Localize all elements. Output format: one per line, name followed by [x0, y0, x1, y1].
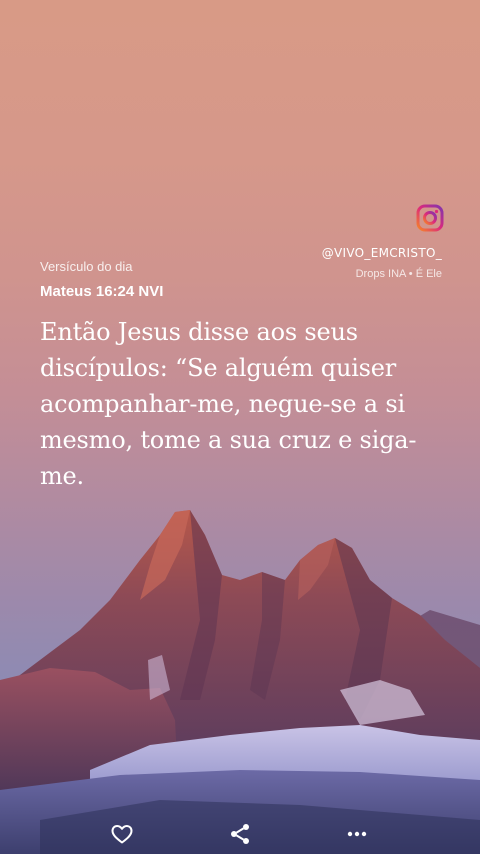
instagram-icon[interactable] [416, 204, 444, 232]
more-icon [347, 831, 367, 837]
more-button[interactable] [343, 820, 371, 848]
source-caption: Drops INA • É Ele [355, 268, 442, 280]
like-button[interactable] [108, 820, 136, 848]
verse-of-day-label: Versículo do dia [40, 259, 133, 274]
share-button[interactable] [226, 820, 254, 848]
verse-text: Então Jesus disse aos seus discípulos: “… [40, 318, 417, 490]
action-bar [0, 810, 480, 854]
verse-reference: Mateus 16:24 NVI [40, 283, 164, 300]
share-icon [231, 824, 249, 844]
instagram-handle[interactable]: @VIVO_EMCRISTO_ [322, 246, 442, 260]
heart-icon [111, 825, 133, 844]
